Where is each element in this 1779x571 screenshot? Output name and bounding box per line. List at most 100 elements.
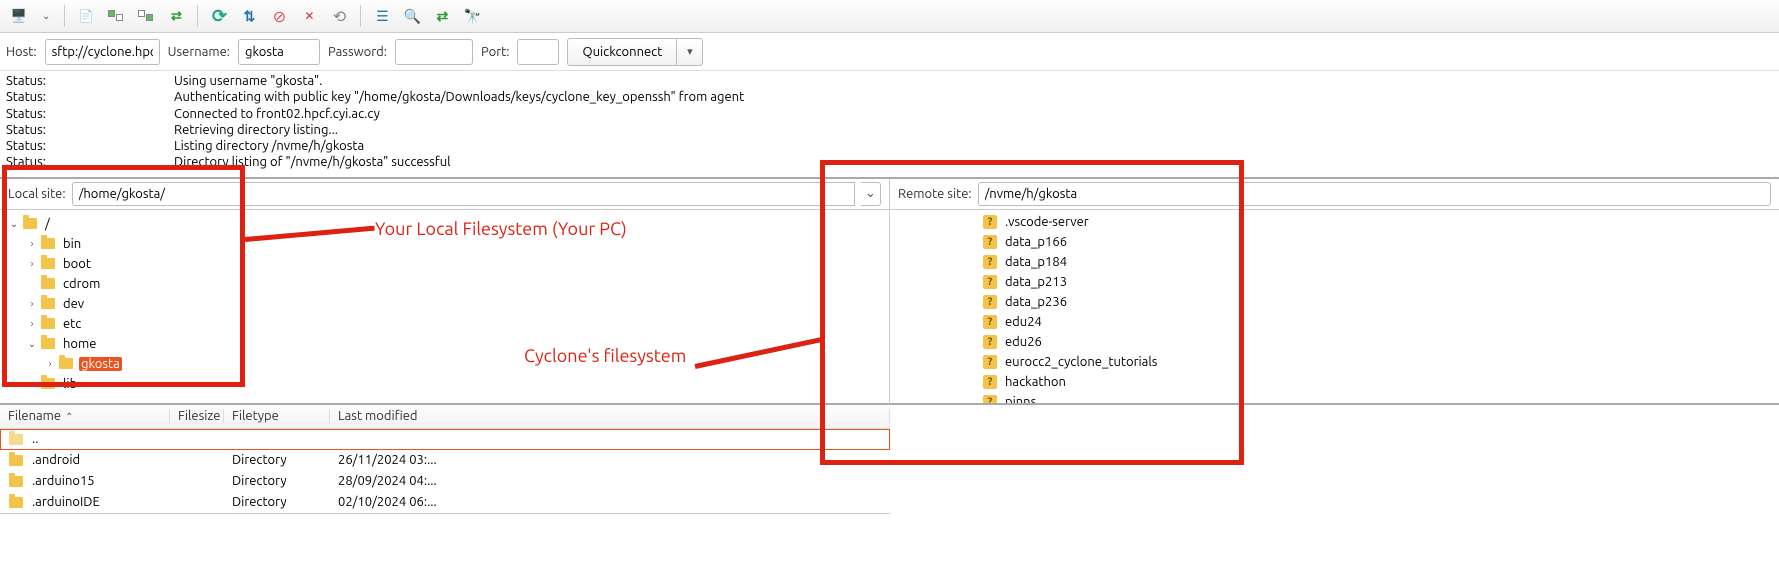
tree-item[interactable]: ›lib bbox=[0, 374, 889, 394]
tree-item[interactable]: data_p184 bbox=[890, 252, 1779, 272]
expand-icon[interactable]: › bbox=[44, 358, 56, 369]
process-queue-button[interactable] bbox=[236, 3, 262, 29]
local-file-list[interactable]: Filename Filesize Filetype Last modified… bbox=[0, 405, 890, 514]
tree-item[interactable]: edu26 bbox=[890, 332, 1779, 352]
col-filesize[interactable]: Filesize bbox=[170, 409, 224, 423]
tree-item-label: etc bbox=[61, 317, 83, 331]
file-name: .arduinoIDE bbox=[32, 495, 100, 509]
expand-icon[interactable]: › bbox=[26, 238, 38, 249]
local-site-dropdown[interactable] bbox=[861, 182, 881, 206]
local-site-label: Local site: bbox=[8, 187, 66, 201]
refresh-button[interactable] bbox=[206, 3, 232, 29]
toggle-queue-button[interactable]: ⇄ bbox=[163, 3, 189, 29]
expand-icon[interactable]: › bbox=[26, 318, 38, 329]
folder-icon bbox=[8, 494, 24, 510]
username-input[interactable] bbox=[238, 39, 320, 65]
file-modified: 02/10/2024 06:... bbox=[330, 495, 890, 509]
tree-item[interactable]: ›gkosta bbox=[0, 354, 889, 374]
folder-icon bbox=[40, 336, 56, 352]
expand-icon[interactable]: › bbox=[26, 378, 38, 389]
site-manager-button[interactable]: 🖥️ bbox=[6, 3, 32, 29]
tree-item-label: cdrom bbox=[61, 277, 102, 291]
quickconnect-history-dropdown[interactable] bbox=[677, 38, 703, 66]
main-toolbar: 🖥️ ⌄ 📄 ⇄ bbox=[0, 0, 1779, 33]
tree-item[interactable]: cdrom bbox=[0, 274, 889, 294]
log-message: Connected to front02.hpcf.cyi.ac.cy bbox=[174, 106, 380, 122]
tree-item-label: edu26 bbox=[1003, 335, 1044, 349]
folder-up-icon bbox=[8, 431, 24, 447]
tree-item[interactable]: data_p213 bbox=[890, 272, 1779, 292]
search-button[interactable] bbox=[459, 3, 485, 29]
tree-item-label: data_p166 bbox=[1003, 235, 1069, 249]
port-input[interactable] bbox=[517, 39, 559, 65]
unknown-folder-icon bbox=[982, 394, 998, 405]
reconnect-button[interactable] bbox=[326, 3, 352, 29]
remote-site-label: Remote site: bbox=[898, 187, 972, 201]
password-input[interactable] bbox=[395, 39, 473, 65]
expand-icon[interactable]: ⌄ bbox=[8, 218, 20, 230]
tree-item[interactable]: eurocc2_cyclone_tutorials bbox=[890, 352, 1779, 372]
cancel-button[interactable] bbox=[266, 3, 292, 29]
remote-site-input[interactable] bbox=[978, 182, 1771, 206]
username-label: Username: bbox=[168, 45, 230, 59]
filter-button[interactable] bbox=[399, 3, 425, 29]
tree-item[interactable]: ⌄home bbox=[0, 334, 889, 354]
tree-item-label: / bbox=[43, 217, 52, 231]
tree-item[interactable]: data_p166 bbox=[890, 232, 1779, 252]
tree-item[interactable]: › bin bbox=[0, 234, 889, 254]
host-input[interactable] bbox=[45, 39, 160, 65]
tree-item-label: data_p184 bbox=[1003, 255, 1069, 269]
sort-indicator-icon bbox=[65, 409, 73, 423]
tree-item[interactable]: hackathon bbox=[890, 372, 1779, 392]
file-name: .. bbox=[32, 432, 38, 446]
local-site-input[interactable] bbox=[72, 182, 855, 206]
expand-icon[interactable]: ⌄ bbox=[26, 338, 38, 350]
server-listing-button[interactable] bbox=[369, 3, 395, 29]
quickconnect-button[interactable]: Quickconnect bbox=[567, 38, 677, 66]
site-manager-dropdown[interactable]: ⌄ bbox=[36, 10, 56, 22]
file-row[interactable]: .arduino15Directory28/09/2024 04:... bbox=[0, 471, 890, 492]
remote-tree[interactable]: .vscode-server data_p166 data_p184 data_p21… bbox=[890, 210, 1779, 405]
unknown-folder-icon bbox=[982, 354, 998, 370]
tree-item[interactable]: data_p236 bbox=[890, 292, 1779, 312]
file-row[interactable]: .androidDirectory26/11/2024 03:... bbox=[0, 450, 890, 471]
tree-item-label: data_p236 bbox=[1003, 295, 1069, 309]
log-label: Status: bbox=[6, 138, 174, 154]
tree-item[interactable]: edu24 bbox=[890, 312, 1779, 332]
tree-item[interactable]: ›dev bbox=[0, 294, 889, 314]
tree-item-label: .vscode-server bbox=[1003, 215, 1091, 229]
tree-item[interactable]: › etc bbox=[0, 314, 889, 334]
expand-icon[interactable]: › bbox=[26, 258, 38, 269]
unknown-folder-icon bbox=[982, 234, 998, 250]
tree-item-label: bin bbox=[61, 237, 83, 251]
tree-item[interactable]: ⌄/ bbox=[0, 214, 889, 234]
log-message: Retrieving directory listing... bbox=[174, 122, 338, 138]
folder-icon bbox=[22, 216, 38, 232]
local-tree[interactable]: ⌄/›bin›bootcdrom›dev›etc⌄home›gkosta›lib bbox=[0, 210, 890, 405]
expand-icon[interactable]: › bbox=[26, 298, 38, 309]
col-lastmodified[interactable]: Last modified bbox=[330, 409, 890, 423]
file-modified: 26/11/2024 03:... bbox=[330, 453, 890, 467]
host-label: Host: bbox=[6, 45, 37, 59]
compare-button[interactable] bbox=[429, 3, 455, 29]
log-message: Using username "gkosta". bbox=[174, 73, 322, 89]
file-name: .android bbox=[32, 453, 80, 467]
toggle-local-tree-button[interactable] bbox=[103, 3, 129, 29]
file-type: Directory bbox=[224, 495, 330, 509]
file-row[interactable]: .arduinoIDE Directory02/10/2024 06:... bbox=[0, 492, 890, 513]
unknown-folder-icon bbox=[982, 294, 998, 310]
port-label: Port: bbox=[481, 45, 509, 59]
tree-item-label: eurocc2_cyclone_tutorials bbox=[1003, 355, 1159, 369]
tree-item[interactable]: pinns bbox=[890, 392, 1779, 405]
disconnect-button[interactable] bbox=[296, 3, 322, 29]
message-log[interactable]: Status:Using username "gkosta".Status:Au… bbox=[0, 71, 1779, 179]
tree-item[interactable]: .vscode-server bbox=[890, 212, 1779, 232]
toggle-log-button[interactable]: 📄 bbox=[73, 3, 99, 29]
file-name: .arduino15 bbox=[32, 474, 95, 488]
col-filetype[interactable]: Filetype bbox=[224, 409, 330, 423]
tree-item[interactable]: ›boot bbox=[0, 254, 889, 274]
col-filename[interactable]: Filename bbox=[0, 409, 170, 423]
toggle-remote-tree-button[interactable] bbox=[133, 3, 159, 29]
file-row[interactable]: .. bbox=[0, 429, 890, 450]
tree-item-label: pinns bbox=[1003, 395, 1038, 405]
